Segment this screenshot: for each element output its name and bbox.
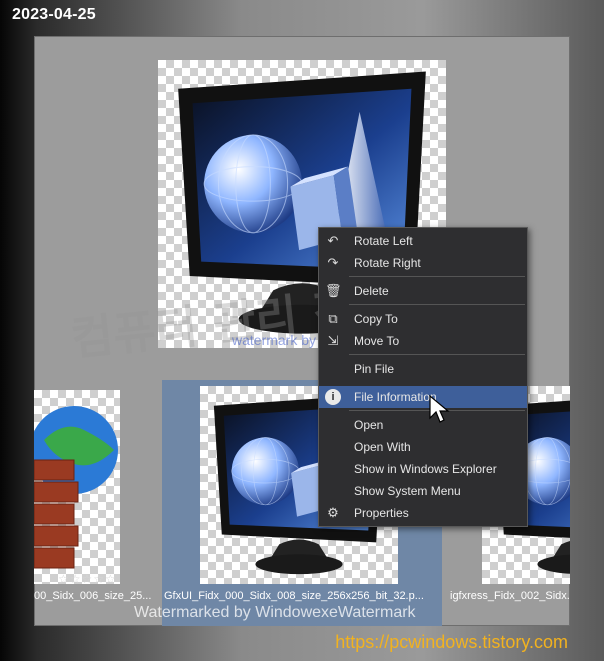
menu-item-move-to[interactable]: ⇲ Move To bbox=[319, 330, 527, 352]
watermark-text: Watermarked by WindowexeWatermark bbox=[134, 604, 416, 621]
date-stamp: 2023-04-25 bbox=[12, 6, 96, 23]
menu-separator bbox=[349, 276, 525, 277]
thumbnail-caption: 00_Sidx_006_size_25... bbox=[34, 590, 152, 602]
menu-separator bbox=[349, 354, 525, 355]
globe-brick-image bbox=[34, 406, 118, 569]
menu-separator bbox=[349, 304, 525, 305]
trash-icon: 🗑 bbox=[325, 283, 342, 298]
thumbnail-1[interactable] bbox=[34, 390, 120, 584]
blog-url: https://pcwindows.tistory.com bbox=[335, 632, 568, 652]
properties-icon: ⚙ bbox=[327, 505, 339, 520]
menu-item-file-information[interactable]: i File Information bbox=[319, 386, 527, 408]
rotate-left-icon: ↶ bbox=[327, 233, 339, 248]
copy-to-icon: ⧉ bbox=[328, 311, 338, 326]
menu-item-rotate-right[interactable]: ↷ Rotate Right bbox=[319, 252, 527, 274]
menu-item-open-with[interactable]: Open With bbox=[319, 436, 527, 458]
move-to-icon: ⇲ bbox=[327, 333, 339, 348]
context-menu: ↶ Rotate Left ↷ Rotate Right 🗑 Delete ⧉ … bbox=[318, 227, 528, 527]
rotate-right-icon: ↷ bbox=[327, 255, 339, 270]
menu-item-open[interactable]: Open bbox=[319, 414, 527, 436]
menu-item-pin-file[interactable]: Pin File bbox=[319, 358, 527, 380]
menu-item-show-system-menu[interactable]: Show System Menu bbox=[319, 480, 527, 502]
menu-item-delete[interactable]: 🗑 Delete bbox=[319, 280, 527, 302]
menu-item-copy-to[interactable]: ⧉ Copy To bbox=[319, 308, 527, 330]
thumbnail-caption: igfxress_Fidx_002_Sidx... bbox=[450, 590, 570, 602]
rating-stars[interactable]: ☆☆☆☆☆ bbox=[58, 572, 117, 586]
menu-item-show-in-explorer[interactable]: Show in Windows Explorer bbox=[319, 458, 527, 480]
info-icon: i bbox=[325, 389, 341, 405]
menu-item-properties[interactable]: ⚙ Properties bbox=[319, 502, 527, 524]
mouse-cursor-icon bbox=[429, 394, 450, 423]
thumbnail-caption: GfxUI_Fidx_000_Sidx_008_size_256x256_bit… bbox=[164, 590, 424, 602]
menu-item-rotate-left[interactable]: ↶ Rotate Left bbox=[319, 230, 527, 252]
